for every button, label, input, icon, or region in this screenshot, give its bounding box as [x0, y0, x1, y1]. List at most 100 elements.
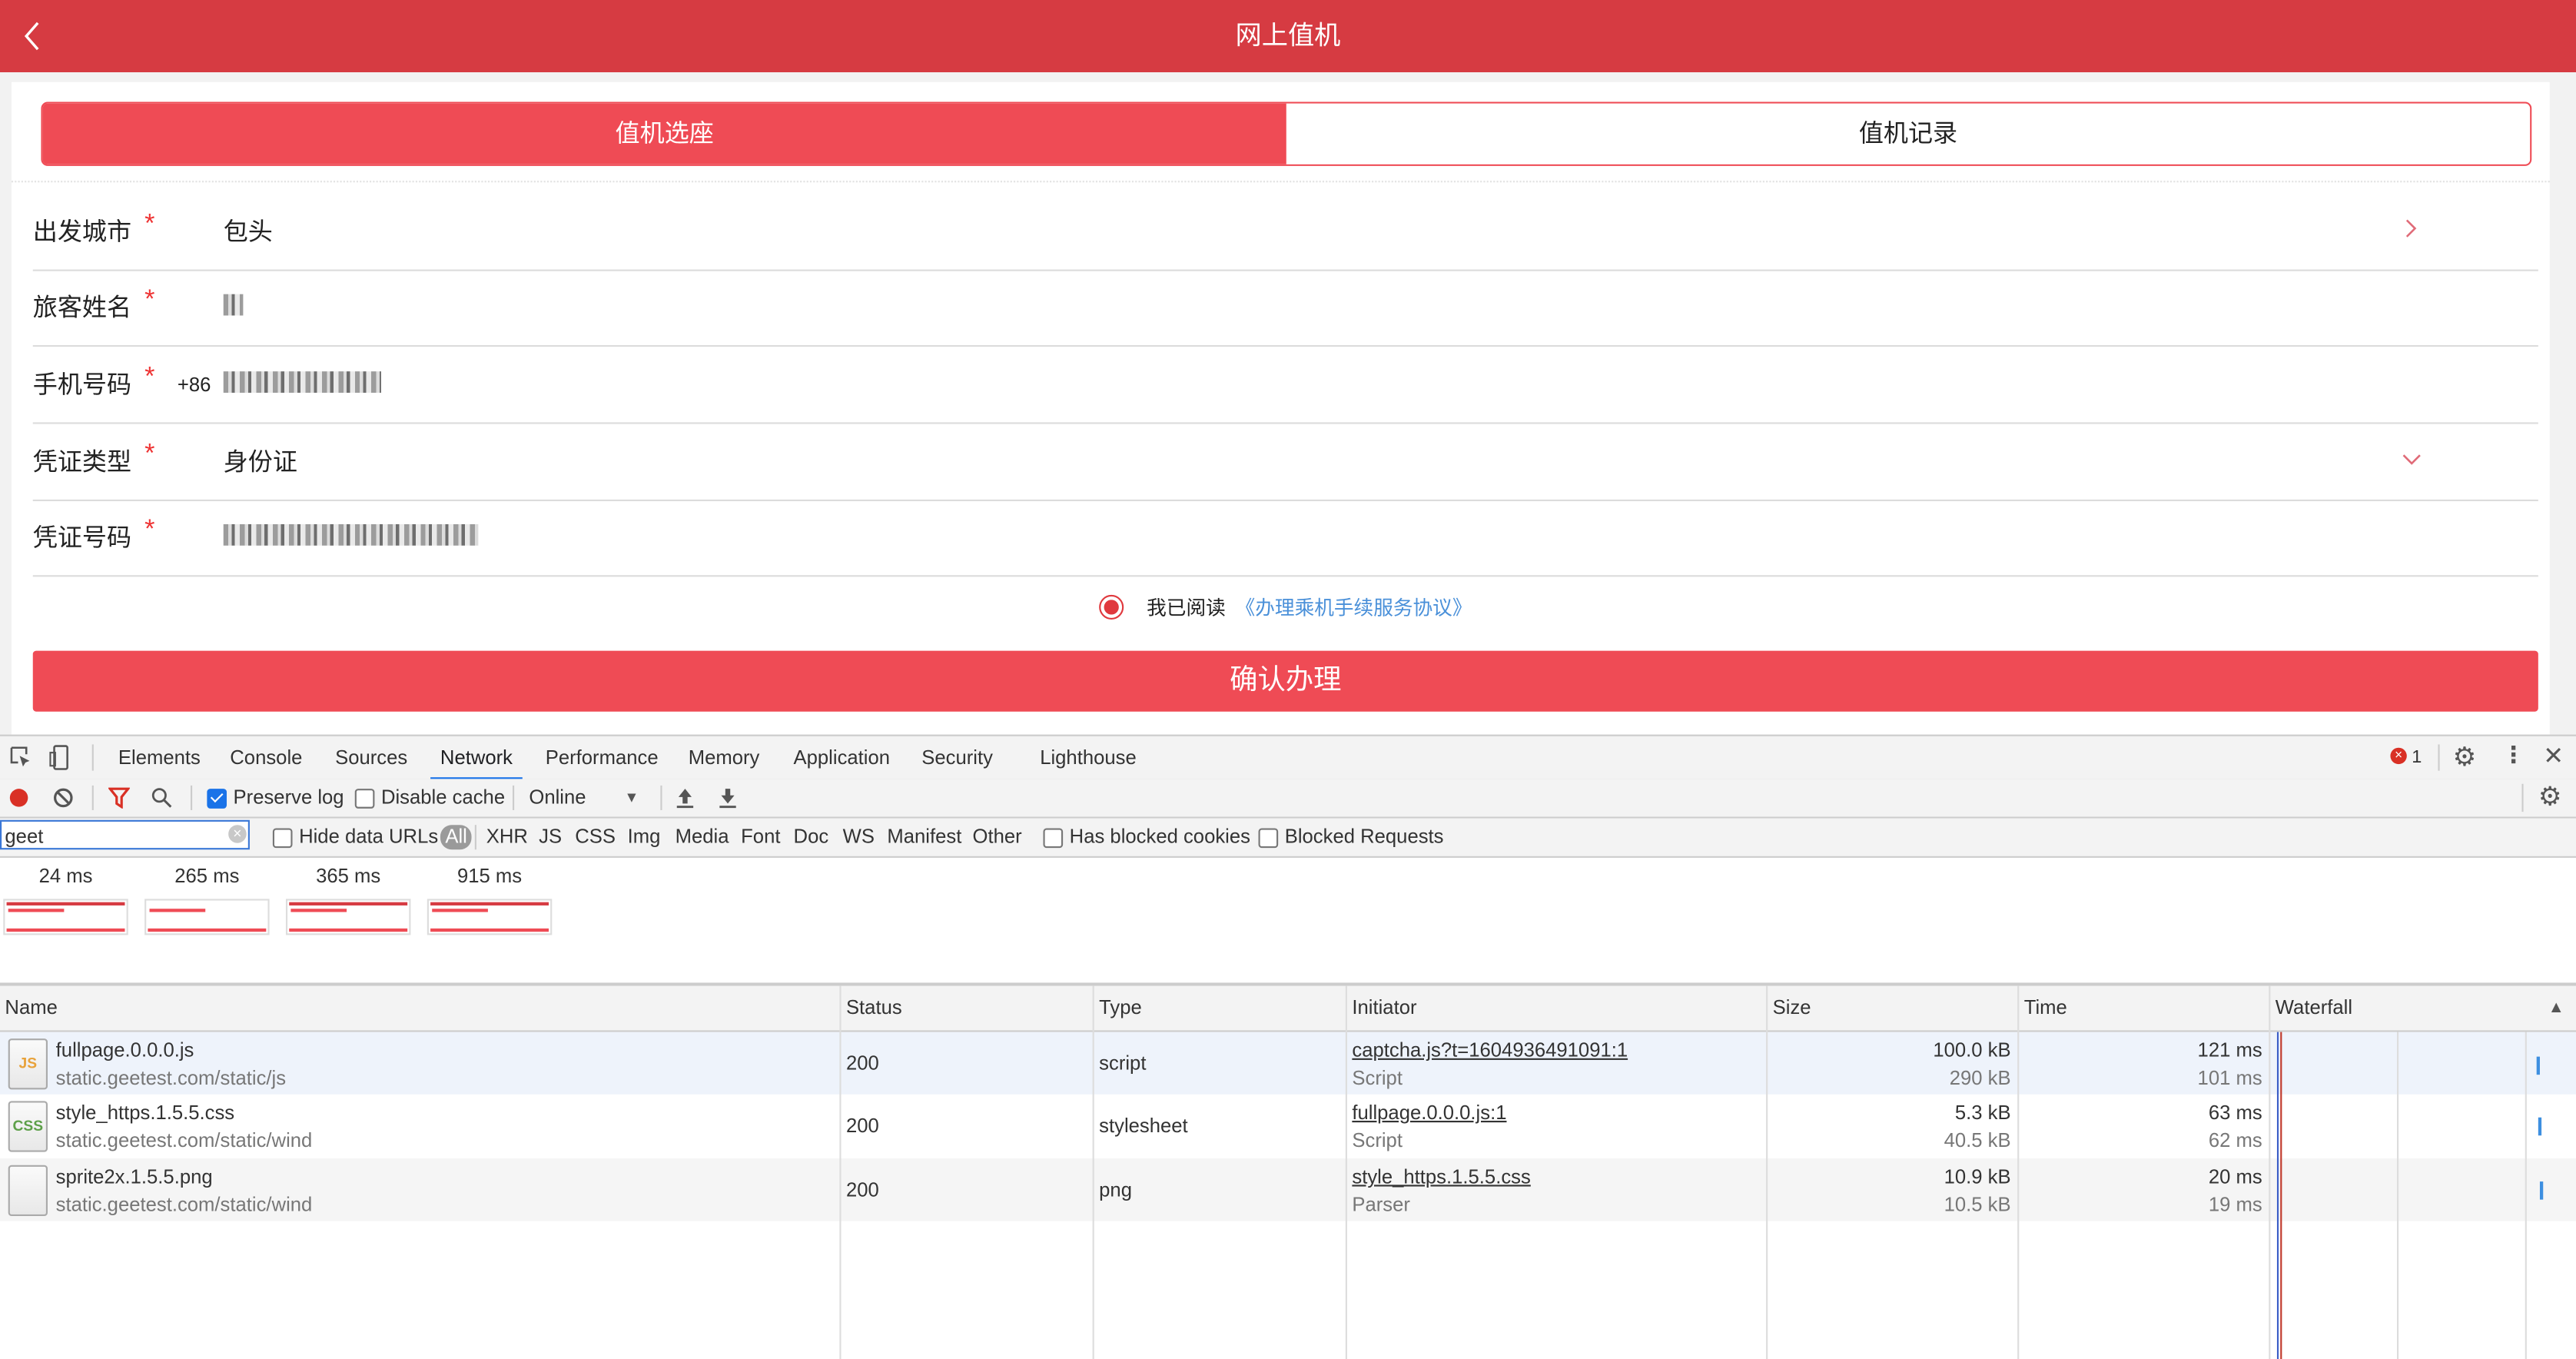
agreement-radio[interactable]: [1099, 593, 1124, 619]
tab-application[interactable]: Application: [794, 736, 891, 779]
tab-elements[interactable]: Elements: [118, 736, 201, 779]
request-name[interactable]: style_https.1.5.5.css: [56, 1101, 234, 1124]
tab-checkin-seat[interactable]: 值机选座: [42, 103, 1286, 164]
preserve-log-label[interactable]: Preserve log: [234, 779, 344, 816]
request-row[interactable]: JS fullpage.0.0.0.js static.geetest.com/…: [0, 1032, 2576, 1095]
filmstrip-frame[interactable]: 265 ms: [144, 858, 270, 935]
departure-city-row[interactable]: 出发城市 * 包头: [32, 194, 2538, 271]
initiator-link[interactable]: captcha.js?t=1604936491091:1: [1352, 1038, 1628, 1062]
type-filter-js[interactable]: JS: [539, 819, 562, 856]
column-type[interactable]: Type: [1094, 986, 1346, 1031]
hide-data-urls-label[interactable]: Hide data URLs: [299, 819, 438, 856]
redacted-value: [223, 523, 479, 546]
id-type-select[interactable]: 身份证: [224, 444, 297, 478]
sort-ascending-icon[interactable]: ▲: [2543, 986, 2564, 1031]
import-har-icon[interactable]: [676, 787, 695, 809]
type-filter-css[interactable]: CSS: [575, 819, 616, 856]
country-code[interactable]: +86: [178, 373, 211, 396]
column-divider[interactable]: [1766, 985, 1768, 1359]
column-name[interactable]: Name: [0, 986, 839, 1031]
settings-gear-icon[interactable]: ⚙: [2453, 741, 2477, 774]
waterfall-bar[interactable]: [2538, 1117, 2542, 1136]
filter-input[interactable]: geet: [0, 819, 250, 850]
id-number-input[interactable]: [223, 520, 479, 549]
type-cell: png: [1094, 1158, 1346, 1221]
column-divider[interactable]: [1092, 985, 1094, 1359]
filmstrip-frame[interactable]: 915 ms: [427, 858, 553, 935]
more-options-icon[interactable]: ⋮: [2502, 741, 2525, 769]
close-devtools-icon[interactable]: ✕: [2543, 741, 2564, 770]
search-icon[interactable]: [151, 787, 173, 809]
waterfall-bar[interactable]: [2536, 1056, 2540, 1075]
type-value: stylesheet: [1099, 1114, 1188, 1138]
blocked-requests-checkbox[interactable]: [1258, 828, 1279, 849]
disable-cache-label[interactable]: Disable cache: [381, 779, 505, 816]
column-waterfall[interactable]: Waterfall: [2270, 986, 2549, 1031]
type-filter-manifest[interactable]: Manifest: [887, 819, 961, 856]
tab-sources[interactable]: Sources: [335, 736, 407, 779]
type-filter-img[interactable]: Img: [628, 819, 661, 856]
column-size[interactable]: Size: [1768, 986, 2017, 1031]
type-filter-media[interactable]: Media: [676, 819, 729, 856]
tab-network[interactable]: Network: [430, 736, 523, 781]
export-har-icon[interactable]: [718, 787, 738, 809]
device-toolbar-icon[interactable]: [49, 744, 69, 770]
blocked-requests-label[interactable]: Blocked Requests: [1285, 819, 1444, 856]
agreement-link[interactable]: 《办理乘机手续服务协议》: [1236, 593, 1472, 620]
column-divider[interactable]: [2017, 985, 2020, 1359]
tab-lighthouse[interactable]: Lighthouse: [1040, 736, 1137, 779]
disable-cache-checkbox[interactable]: [354, 789, 375, 809]
column-divider[interactable]: [839, 985, 842, 1359]
error-icon[interactable]: ×: [2390, 747, 2407, 765]
dropdown-arrow-icon[interactable]: ▼: [624, 779, 639, 816]
column-initiator[interactable]: Initiator: [1347, 986, 1766, 1031]
clear-filter-icon[interactable]: ×: [228, 825, 247, 843]
record-icon[interactable]: [9, 789, 28, 807]
request-path: static.geetest.com/static/js: [55, 1066, 287, 1090]
tab-security[interactable]: Security: [921, 736, 993, 779]
request-row[interactable]: IMG sprite2x.1.5.5.png static.geetest.co…: [0, 1158, 2576, 1221]
initiator-cell: style_https.1.5.5.css Parser: [1347, 1158, 1766, 1221]
request-name[interactable]: fullpage.0.0.0.js: [56, 1038, 194, 1062]
tab-console[interactable]: Console: [230, 736, 302, 779]
tab-performance[interactable]: Performance: [546, 736, 659, 779]
devtools-panel: Elements Console Sources Network Perform…: [0, 734, 2576, 1359]
type-filter-doc[interactable]: Doc: [794, 819, 829, 856]
filmstrip-frame[interactable]: 365 ms: [285, 858, 411, 935]
required-marker: *: [144, 210, 155, 238]
confirm-button[interactable]: 确认办理: [32, 650, 2538, 712]
type-filter-xhr[interactable]: XHR: [486, 819, 528, 856]
phone-input[interactable]: [223, 367, 381, 396]
initiator-link[interactable]: style_https.1.5.5.css: [1352, 1165, 1530, 1188]
type-filter-font[interactable]: Font: [741, 819, 780, 856]
hide-data-urls-checkbox[interactable]: [272, 828, 293, 849]
filmstrip-frame[interactable]: 24 ms: [3, 858, 128, 935]
passenger-name-input[interactable]: [223, 289, 244, 318]
column-divider[interactable]: [1345, 985, 1347, 1359]
column-status[interactable]: Status: [842, 986, 1093, 1031]
waterfall-bar[interactable]: [2539, 1181, 2544, 1200]
throttling-select[interactable]: Online: [529, 779, 586, 816]
network-settings-gear-icon[interactable]: ⚙: [2538, 780, 2562, 813]
type-filter-all[interactable]: All: [440, 825, 473, 850]
error-count[interactable]: 1: [2412, 736, 2422, 779]
initiator-link[interactable]: fullpage.0.0.0.js:1: [1352, 1101, 1506, 1124]
type-filter-other[interactable]: Other: [973, 819, 1022, 856]
tab-checkin-records[interactable]: 值机记录: [1286, 103, 2531, 164]
tab-memory[interactable]: Memory: [689, 736, 760, 779]
column-divider[interactable]: [2269, 985, 2271, 1359]
column-time[interactable]: Time: [2019, 986, 2269, 1031]
transfer-size: 5.3 kB: [1954, 1101, 2011, 1125]
request-name[interactable]: sprite2x.1.5.5.png: [56, 1165, 213, 1188]
has-blocked-cookies-label[interactable]: Has blocked cookies: [1070, 819, 1250, 856]
has-blocked-cookies-checkbox[interactable]: [1043, 828, 1064, 849]
id-type-row[interactable]: 凭证类型 * 身份证: [32, 424, 2538, 502]
clear-icon[interactable]: [52, 787, 74, 809]
resource-size: 40.5 kB: [1944, 1128, 2011, 1152]
request-row[interactable]: CSS style_https.1.5.5.css static.geetest…: [0, 1094, 2576, 1158]
preserve-log-checkbox[interactable]: [207, 789, 227, 809]
filter-icon[interactable]: [108, 787, 130, 809]
inspect-element-icon[interactable]: [10, 746, 33, 769]
chevron-right-icon: [2405, 219, 2417, 238]
type-filter-ws[interactable]: WS: [843, 819, 875, 856]
